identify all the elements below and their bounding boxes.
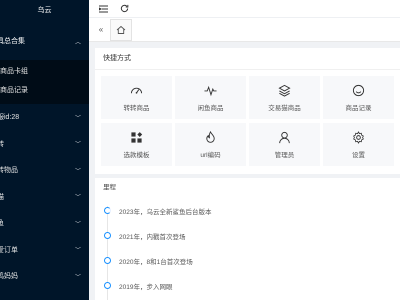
sidebar-group-label: 具总合集 (0, 38, 25, 45)
chevron-down-icon: ﹀ (74, 115, 81, 122)
quick-action-tile[interactable]: 交易猫商品 (249, 76, 320, 119)
timeline-text: 2019年，步入网眼 (119, 283, 173, 291)
sidebar-item[interactable]: 猫 ﹀ (0, 184, 89, 211)
quick-actions-title: 快捷方式 (95, 48, 400, 70)
sidebar-item[interactable]: 转 ﹀ (0, 131, 89, 158)
timeline-dot-icon (104, 282, 111, 289)
smile-icon (352, 84, 365, 96)
quick-actions-grid: 转转商品 闲鱼商品 交易猫商品 商品记录 选款模板 url编码 管理员 设置 (101, 76, 394, 166)
sidebar-subitem[interactable]: 商品卡组 (0, 62, 89, 81)
sidebar-group-tools[interactable]: 具总合集 ︿ (0, 22, 89, 60)
timeline-entry: 2020年，8和1台首次登场 (104, 248, 384, 273)
pulse-icon (204, 85, 217, 96)
sidebar-item-label: 服id:28 (0, 114, 20, 122)
quick-action-tile[interactable]: 闲鱼商品 (175, 76, 246, 119)
sidebar-item[interactable]: 转物品 ﹀ (0, 157, 89, 184)
timeline-dot-icon (104, 257, 111, 264)
quick-action-label: 商品记录 (345, 104, 372, 112)
sidebar-item[interactable]: 鱼 ﹀ (0, 210, 89, 237)
sidebar-item-label: 转物品 (0, 167, 18, 175)
menu-fold-icon[interactable] (96, 2, 110, 16)
chevron-down-icon: ﹀ (74, 142, 81, 149)
sidebar-item-label: 猫 (0, 193, 4, 201)
sidebar-submenu: 商品卡组 商品记录 (0, 60, 89, 104)
layers-icon (278, 84, 291, 97)
sidebar-item[interactable]: 鸡妈妈 ﹀ (0, 263, 89, 290)
quick-action-label: 管理员 (274, 151, 295, 159)
sidebar-item-label: 鸡妈妈 (0, 273, 18, 281)
double-chevron-left-icon[interactable]: « (94, 25, 108, 34)
chevron-down-icon: ﹀ (74, 221, 81, 228)
quick-action-label: 选款模板 (123, 151, 150, 159)
quick-action-label: 转转商品 (123, 104, 150, 112)
quick-action-tile[interactable]: 选款模板 (101, 123, 172, 166)
refresh-icon[interactable] (117, 2, 131, 16)
sidebar: 乌云 具总合集 ︿ 商品卡组 商品记录 服id:28 ﹀ 转 ﹀ 转物品 ﹀ 猫… (0, 0, 89, 300)
sidebar-item-label: 爱订单 (0, 246, 18, 254)
quick-action-tile[interactable]: 转转商品 (101, 76, 172, 119)
timeline-text: 2020年，8和1台首次登场 (119, 258, 193, 266)
timeline: 2023年，乌云全新鲨鱼后台版本 2021年，内戳首次登场 2020年，8和1台… (104, 198, 384, 300)
timeline-dot-icon (104, 232, 111, 239)
loading-icon (104, 207, 111, 214)
quick-actions-card: 快捷方式 转转商品 闲鱼商品 交易猫商品 商品记录 选款模板 url编码 管理员… (95, 48, 400, 174)
apps-icon (131, 131, 143, 143)
progress-card: 里程 2023年，乌云全新鲨鱼后台版本 2021年，内戳首次登场 2020年，8… (95, 178, 400, 300)
dashboard-icon (130, 87, 143, 94)
timeline-entry: 2021年，内戳首次登场 (104, 223, 384, 248)
chevron-up-icon: ︿ (74, 39, 81, 46)
sidebar-item[interactable]: 服id:28 ﹀ (0, 104, 89, 131)
main-content: 快捷方式 转转商品 闲鱼商品 交易猫商品 商品记录 选款模板 url编码 管理员… (89, 42, 400, 300)
sidebar-item[interactable]: 爱订单 ﹀ (0, 237, 89, 264)
progress-title: 里程 (103, 184, 116, 191)
quick-action-tile[interactable]: url编码 (175, 123, 246, 166)
tab-home[interactable] (110, 18, 132, 41)
fire-icon (206, 130, 215, 143)
quick-action-label: url编码 (200, 151, 221, 159)
chevron-down-icon: ﹀ (74, 168, 81, 175)
tabs-bar: « (89, 18, 400, 42)
user-icon (279, 131, 290, 143)
top-bar (89, 0, 400, 18)
timeline-entry: 2023年，乌云全新鲨鱼后台版本 (104, 198, 384, 223)
chevron-down-icon: ﹀ (74, 248, 81, 255)
quick-action-label: 设置 (352, 151, 365, 159)
quick-action-tile[interactable]: 管理员 (249, 123, 320, 166)
quick-action-tile[interactable]: 商品记录 (323, 76, 394, 119)
home-icon (116, 25, 126, 34)
chevron-down-icon: ﹀ (74, 195, 81, 202)
quick-action-tile[interactable]: 设置 (323, 123, 394, 166)
timeline-entry: 2019年，步入网眼 (104, 273, 384, 298)
chevron-down-icon: ﹀ (74, 274, 81, 281)
brand-title: 乌云 (37, 7, 52, 14)
timeline-text: 2021年，内戳首次登场 (119, 233, 186, 241)
quick-action-label: 闲鱼商品 (197, 104, 224, 112)
sidebar-item-label: 转 (0, 140, 4, 148)
sidebar-subitem[interactable]: 商品记录 (0, 81, 89, 100)
timeline-text: 2023年，乌云全新鲨鱼后台版本 (119, 208, 212, 216)
sidebar-item-label: 鱼 (0, 220, 4, 228)
gear-icon (353, 130, 364, 144)
quick-action-label: 交易猫商品 (268, 104, 301, 112)
